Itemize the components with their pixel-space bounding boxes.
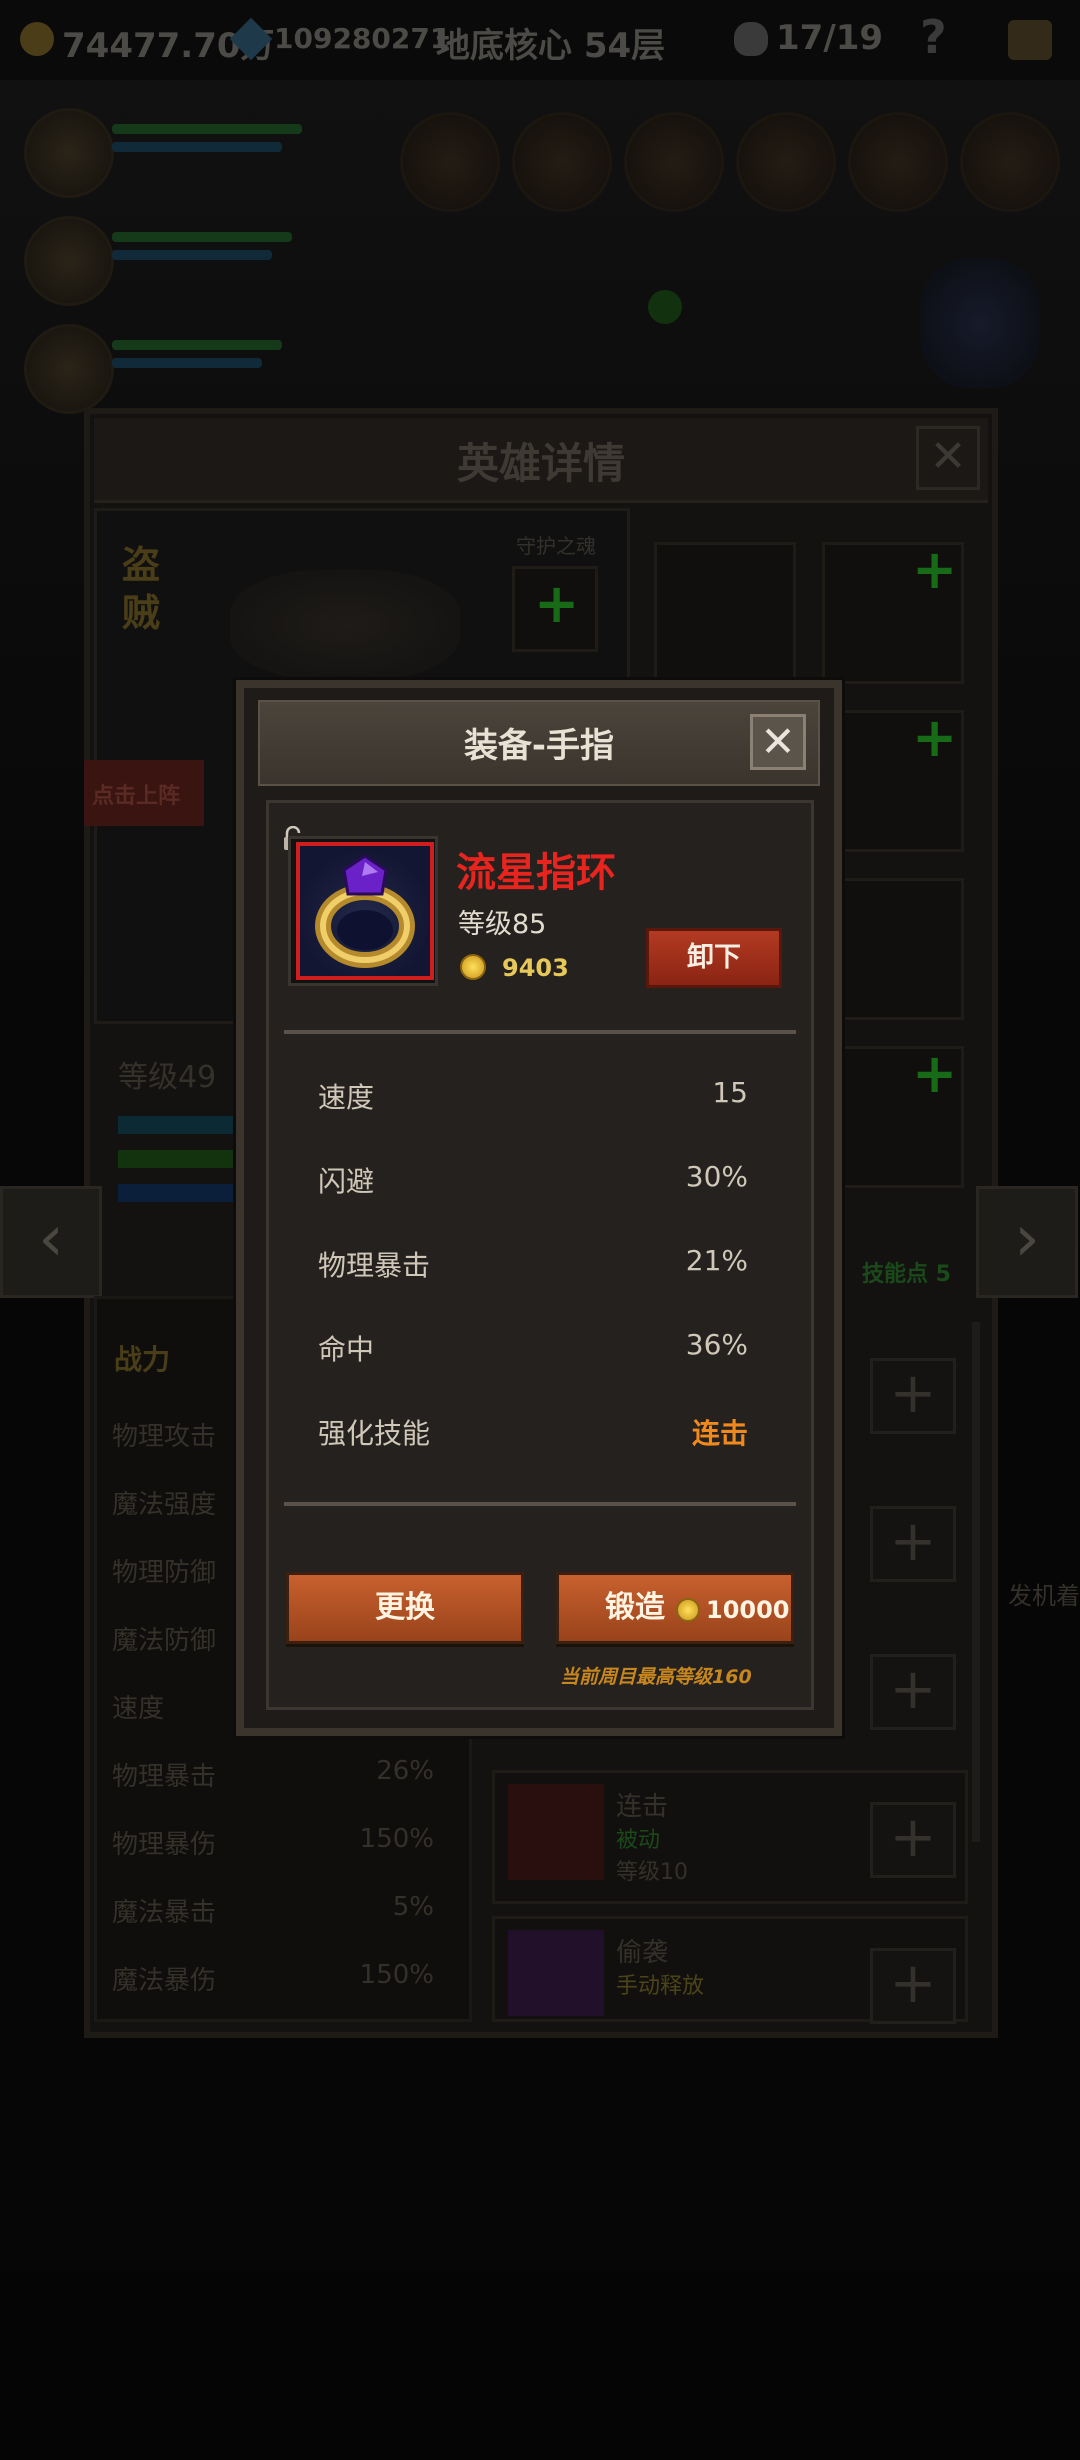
- side-text: 发机着: [1008, 1582, 1080, 1610]
- hero-stat-name: 魔法暴伤: [112, 1966, 217, 1996]
- stat-name-hit: 命中: [318, 1333, 375, 1366]
- action-slot-2[interactable]: [512, 112, 612, 212]
- top-resource-bar: 74477.70万 109280271 地底核心 54层 17/19 ?: [0, 0, 1080, 80]
- hero-stat-name: 魔法防御: [112, 1626, 217, 1656]
- hero-mp-bar: [118, 1184, 238, 1202]
- guardian-soul-label: 守护之魂: [516, 534, 596, 558]
- stat-value-speed: 15: [712, 1076, 748, 1109]
- hero-3-hp-bar: [112, 340, 282, 350]
- equip-slot-6[interactable]: [822, 878, 964, 1020]
- hero-xp-bar: [118, 1116, 238, 1134]
- add-equip-icon-4[interactable]: +: [912, 706, 957, 769]
- hero-2-mp-bar: [112, 250, 272, 260]
- divider-top: [284, 1030, 796, 1034]
- deploy-label: 点击上阵: [92, 784, 181, 809]
- help-icon[interactable]: ?: [920, 10, 947, 64]
- forge-cost: 10000: [706, 1596, 790, 1624]
- gold-coin-icon: [460, 954, 486, 980]
- skill-add-button-2[interactable]: +: [870, 1506, 956, 1582]
- equipment-modal-title: 装备-手指: [463, 726, 615, 766]
- hero-stat-name: 速度: [112, 1694, 165, 1724]
- equip-slot-1[interactable]: [654, 542, 796, 684]
- hero-stat-name: 魔法强度: [112, 1490, 217, 1520]
- max-level-note: 当前周目最高等级160: [560, 1666, 752, 1688]
- stat-value-enhanced-skill: 连击: [691, 1417, 748, 1450]
- gold-coin-icon: [20, 22, 54, 56]
- modal-close-button[interactable]: ✕: [750, 714, 806, 770]
- prev-hero-button[interactable]: ‹: [0, 1186, 102, 1298]
- stat-name-phys-crit: 物理暴击: [318, 1249, 431, 1282]
- hero-detail-close-button[interactable]: ✕: [916, 426, 980, 490]
- skill-name-combo: 连击: [616, 1792, 669, 1822]
- combat-power-label: 战力: [114, 1343, 171, 1376]
- hero-sprite: [230, 570, 460, 680]
- replace-button[interactable]: 更换: [286, 1572, 524, 1644]
- hero-portrait-2[interactable]: [24, 216, 114, 306]
- add-guardian-icon[interactable]: +: [534, 572, 579, 635]
- item-level: 等级85: [458, 909, 547, 940]
- hero-stat-value: 5%: [392, 1892, 434, 1922]
- skill-type-sneak: 手动释放: [616, 1974, 705, 1999]
- action-slot-1[interactable]: [400, 112, 500, 212]
- action-slot-5[interactable]: [848, 112, 948, 212]
- death-counter: 17/19: [776, 18, 884, 58]
- hero-stat-name: 物理防御: [112, 1558, 217, 1588]
- skill-type-combo: 被动: [616, 1828, 661, 1853]
- hero-class-line1: 盗: [122, 543, 161, 587]
- skull-icon: [734, 22, 768, 56]
- forge-button-label: 锻造: [605, 1590, 665, 1625]
- forge-coin-icon: [676, 1598, 700, 1622]
- skill-add-button-1[interactable]: +: [870, 1358, 956, 1434]
- hero-1-mp-bar: [112, 142, 282, 152]
- add-equip-icon-2[interactable]: +: [912, 538, 957, 601]
- skill-name-sneak: 偷袭: [616, 1938, 669, 1968]
- hero-stat-name: 魔法暴击: [112, 1898, 217, 1928]
- skill-add-button-sneak[interactable]: +: [870, 1948, 956, 2024]
- skill-add-button-combo[interactable]: +: [870, 1802, 956, 1878]
- hero-detail-title: 英雄详情: [456, 439, 625, 488]
- hero-2-hp-bar: [112, 232, 292, 242]
- skill-add-button-3[interactable]: +: [870, 1654, 956, 1730]
- item-sell-value: 9403: [502, 954, 569, 982]
- skill-points-label: 技能点 5: [862, 1262, 951, 1287]
- hero-stat-value: 150%: [359, 1960, 434, 1990]
- hero-hp-bar: [118, 1150, 238, 1168]
- hero-stat-value: 26%: [376, 1756, 434, 1786]
- hero-stat-name: 物理暴击: [112, 1762, 217, 1792]
- combo-skill-icon: [508, 1784, 604, 1880]
- stat-name-speed: 速度: [318, 1081, 375, 1114]
- meteor-ring-icon[interactable]: [296, 842, 434, 980]
- hero-portrait-3[interactable]: [24, 324, 114, 414]
- gem-amount: 109280271: [274, 22, 450, 55]
- hero-portrait-1[interactable]: [24, 108, 114, 198]
- add-equip-icon-8[interactable]: +: [912, 1042, 957, 1105]
- treasure-chest-icon[interactable]: [1008, 20, 1052, 60]
- hero-stat-value: 150%: [359, 1824, 434, 1854]
- stat-value-hit: 36%: [685, 1328, 748, 1361]
- item-name: 流星指环: [456, 850, 616, 896]
- skill-level-combo: 等级10: [616, 1860, 688, 1885]
- hero-3-mp-bar: [112, 358, 262, 368]
- stat-value-phys-crit: 21%: [685, 1244, 748, 1277]
- stat-value-dodge: 30%: [685, 1160, 748, 1193]
- location-label: 地底核心 54层: [436, 26, 666, 66]
- action-slot-6[interactable]: [960, 112, 1060, 212]
- hero-stat-name: 物理暴伤: [112, 1830, 217, 1860]
- unequip-button[interactable]: 卸下: [646, 928, 782, 988]
- action-slot-4[interactable]: [736, 112, 836, 212]
- hero-1-hp-bar: [112, 124, 302, 134]
- hero-stat-name: 物理攻击: [112, 1422, 217, 1452]
- stat-name-dodge: 闪避: [318, 1165, 375, 1198]
- status-orb-icon: [648, 290, 682, 324]
- action-slot-3[interactable]: [624, 112, 724, 212]
- stat-name-enhanced-skill: 强化技能: [318, 1417, 431, 1450]
- sneak-attack-skill-icon: [508, 1930, 604, 2016]
- hero-class-line2: 贼: [122, 591, 161, 635]
- skill-scrollbar[interactable]: [972, 1322, 980, 1842]
- next-hero-button[interactable]: ›: [976, 1186, 1078, 1298]
- divider-bottom: [284, 1502, 796, 1506]
- hero-level: 等级49: [118, 1060, 217, 1095]
- enemy-silhouette: [920, 258, 1040, 388]
